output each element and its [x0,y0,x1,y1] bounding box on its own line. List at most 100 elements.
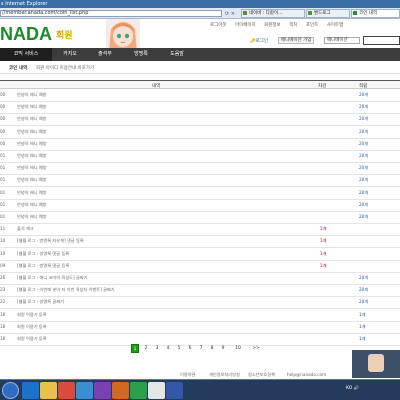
login-link[interactable]: 🔑로그인 [250,38,268,44]
logo-sub: 회원 [56,31,73,41]
page-3[interactable]: 3 [153,344,161,353]
site-logo[interactable]: NADA [0,24,52,45]
sitemap-link[interactable]: 사이트맵 [327,23,344,28]
footer-email[interactable]: help@nanada.com [287,372,326,377]
address-input[interactable]: //member.anada.com/coin_list.php [0,10,222,17]
start-button[interactable] [2,382,19,399]
nav-casino[interactable]: 카지오 [50,48,90,61]
table-row: 00 안녕의 애니 예방 20개 [0,127,400,139]
row-date: 18 [0,336,6,341]
row-dec: 1개 [320,262,327,268]
folder-icon[interactable] [40,382,57,399]
footer-privacy[interactable]: 개인정보처리방침 [209,372,240,378]
row-inc: 20개 [359,287,369,293]
row-content: 안녕의 애니 예방 [17,128,47,134]
tab-coin[interactable]: 코인 내역 [351,9,400,18]
member-info-link[interactable]: 회원정보 [264,23,281,28]
tab-naver[interactable]: 네이버 : 다같이... [241,9,305,18]
signup-button[interactable]: 애니메이션 가입 [278,37,315,44]
row-date: 09 [0,262,6,268]
row-date: 00 [0,128,6,134]
tab-favicon [243,11,247,15]
row-date: 01 [0,177,6,183]
row-date: 18 [0,323,6,329]
row-date: 00 [0,92,6,97]
lol-icon[interactable] [166,382,183,399]
system-tray[interactable]: KO 🔊 [346,386,359,391]
list-header: 내역 차감 적립 [0,80,400,89]
tab-label: 코인 내역 [359,11,377,16]
row-content: 회원 이용기 등록 [17,311,47,317]
page-5[interactable]: 5 [175,344,183,353]
col-content: 내역 [152,84,161,89]
page-4[interactable]: 4 [164,344,172,353]
row-dec: 1개 [320,226,327,232]
page-6[interactable]: 6 [186,344,194,353]
chrome-icon[interactable] [58,382,75,399]
chat-icon[interactable] [148,382,165,399]
kakao-icon[interactable] [130,382,147,399]
row-date: 10 [0,250,6,256]
app-icon[interactable] [94,382,111,399]
message-link[interactable]: 쪽지 [289,23,297,28]
site-footer: 이용약관 개인정보처리방침 청소년보호정책 help@nanada.com [0,372,400,378]
top-links: 로그아웃 마이페이지 회원정보 쪽지 포인트 사이트맵 [210,22,350,28]
ie-icon[interactable] [22,382,39,399]
nav-guestbook[interactable]: 방명록 [121,48,161,61]
page-7[interactable]: 7 [197,344,205,353]
row-content: 안녕의 애니 예방 [17,189,47,195]
page-8[interactable]: 8 [208,344,216,353]
mypage-link[interactable]: 마이페이지 [235,23,256,28]
row-inc: 20개 [359,104,369,110]
row-content: 안녕의 애니 예방 [17,140,47,146]
row-inc: 20개 [359,214,369,219]
row-content: 회원 이용기 등록 [17,336,47,341]
refresh-icon[interactable]: ⟳ ✕ [225,11,235,17]
subnav-coin-history[interactable]: 코인 내역 [9,65,27,71]
tab-label: 밴드로그 [314,11,331,16]
row-content: 안녕의 애니 예방 [17,92,47,97]
page-2[interactable]: 2 [142,344,150,353]
row-inc: 20개 [359,128,369,134]
search-select[interactable]: 애니메이션 [324,37,360,44]
page-10[interactable]: 10 [232,344,244,353]
row-inc: 20개 [359,153,369,158]
table-row: 26 [웹월 로그 - 애니 코미의 육성도] 골짜기 20개 [0,273,400,285]
row-date: 01 [0,165,6,171]
page-1[interactable]: 1 [131,344,139,353]
footer-youth[interactable]: 청소년보호정책 [248,372,275,378]
table-row: 00 안녕의 애니 예방 20개 [0,114,400,127]
media-icon[interactable] [112,382,129,399]
row-inc: 1개 [359,311,366,317]
address-bar-area: //member.anada.com/coin_list.php ⟳ ✕ 네이버… [0,8,400,19]
subnav-member-guide[interactable]: 회원 아이디 이용안내 바로가기 [36,65,94,71]
footer-terms[interactable]: 이용약관 [180,372,195,378]
row-inc: 20개 [359,189,369,195]
main-nav: 코믹 서비스 카지오 출석부 방명록 도움말 [0,48,400,61]
thumbnail-preview[interactable] [352,350,400,378]
search-input[interactable] [363,36,400,45]
tab-band[interactable]: 밴드로그 [306,9,350,18]
nav-help[interactable]: 도움말 [157,48,197,61]
table-row: 09 [웹월 로그 - 방명록 댓글 등록 1개 [0,261,400,273]
table-row: 18 회원 이용기 등록 1개 [0,310,400,322]
ie-pinned-icon[interactable] [76,382,93,399]
logout-link[interactable]: 로그아웃 [210,23,227,28]
row-content: 안녕의 애니 예방 [17,214,47,219]
row-content: 안녕의 애니 예방 [17,165,47,171]
row-inc: 20개 [359,201,369,207]
page-next[interactable]: >> [250,344,262,353]
row-inc: 20개 [359,165,369,171]
nav-attendance[interactable]: 출석부 [85,48,125,61]
volume-icon: 🔊 [353,386,360,391]
page-9[interactable]: 9 [219,344,227,353]
row-inc: 1개 [359,323,366,329]
row-date: 00 [0,104,6,110]
tab-favicon [353,11,357,15]
sub-nav: 코인 내역 회원 아이디 이용안내 바로가기 [0,61,400,74]
row-dec: 1개 [320,238,327,244]
row-inc: 20개 [359,92,369,97]
nav-comic-service[interactable]: 코믹 서비스 [0,48,52,61]
row-content: 안녕의 애니 예방 [17,153,47,158]
point-link[interactable]: 포인트 [306,23,318,28]
